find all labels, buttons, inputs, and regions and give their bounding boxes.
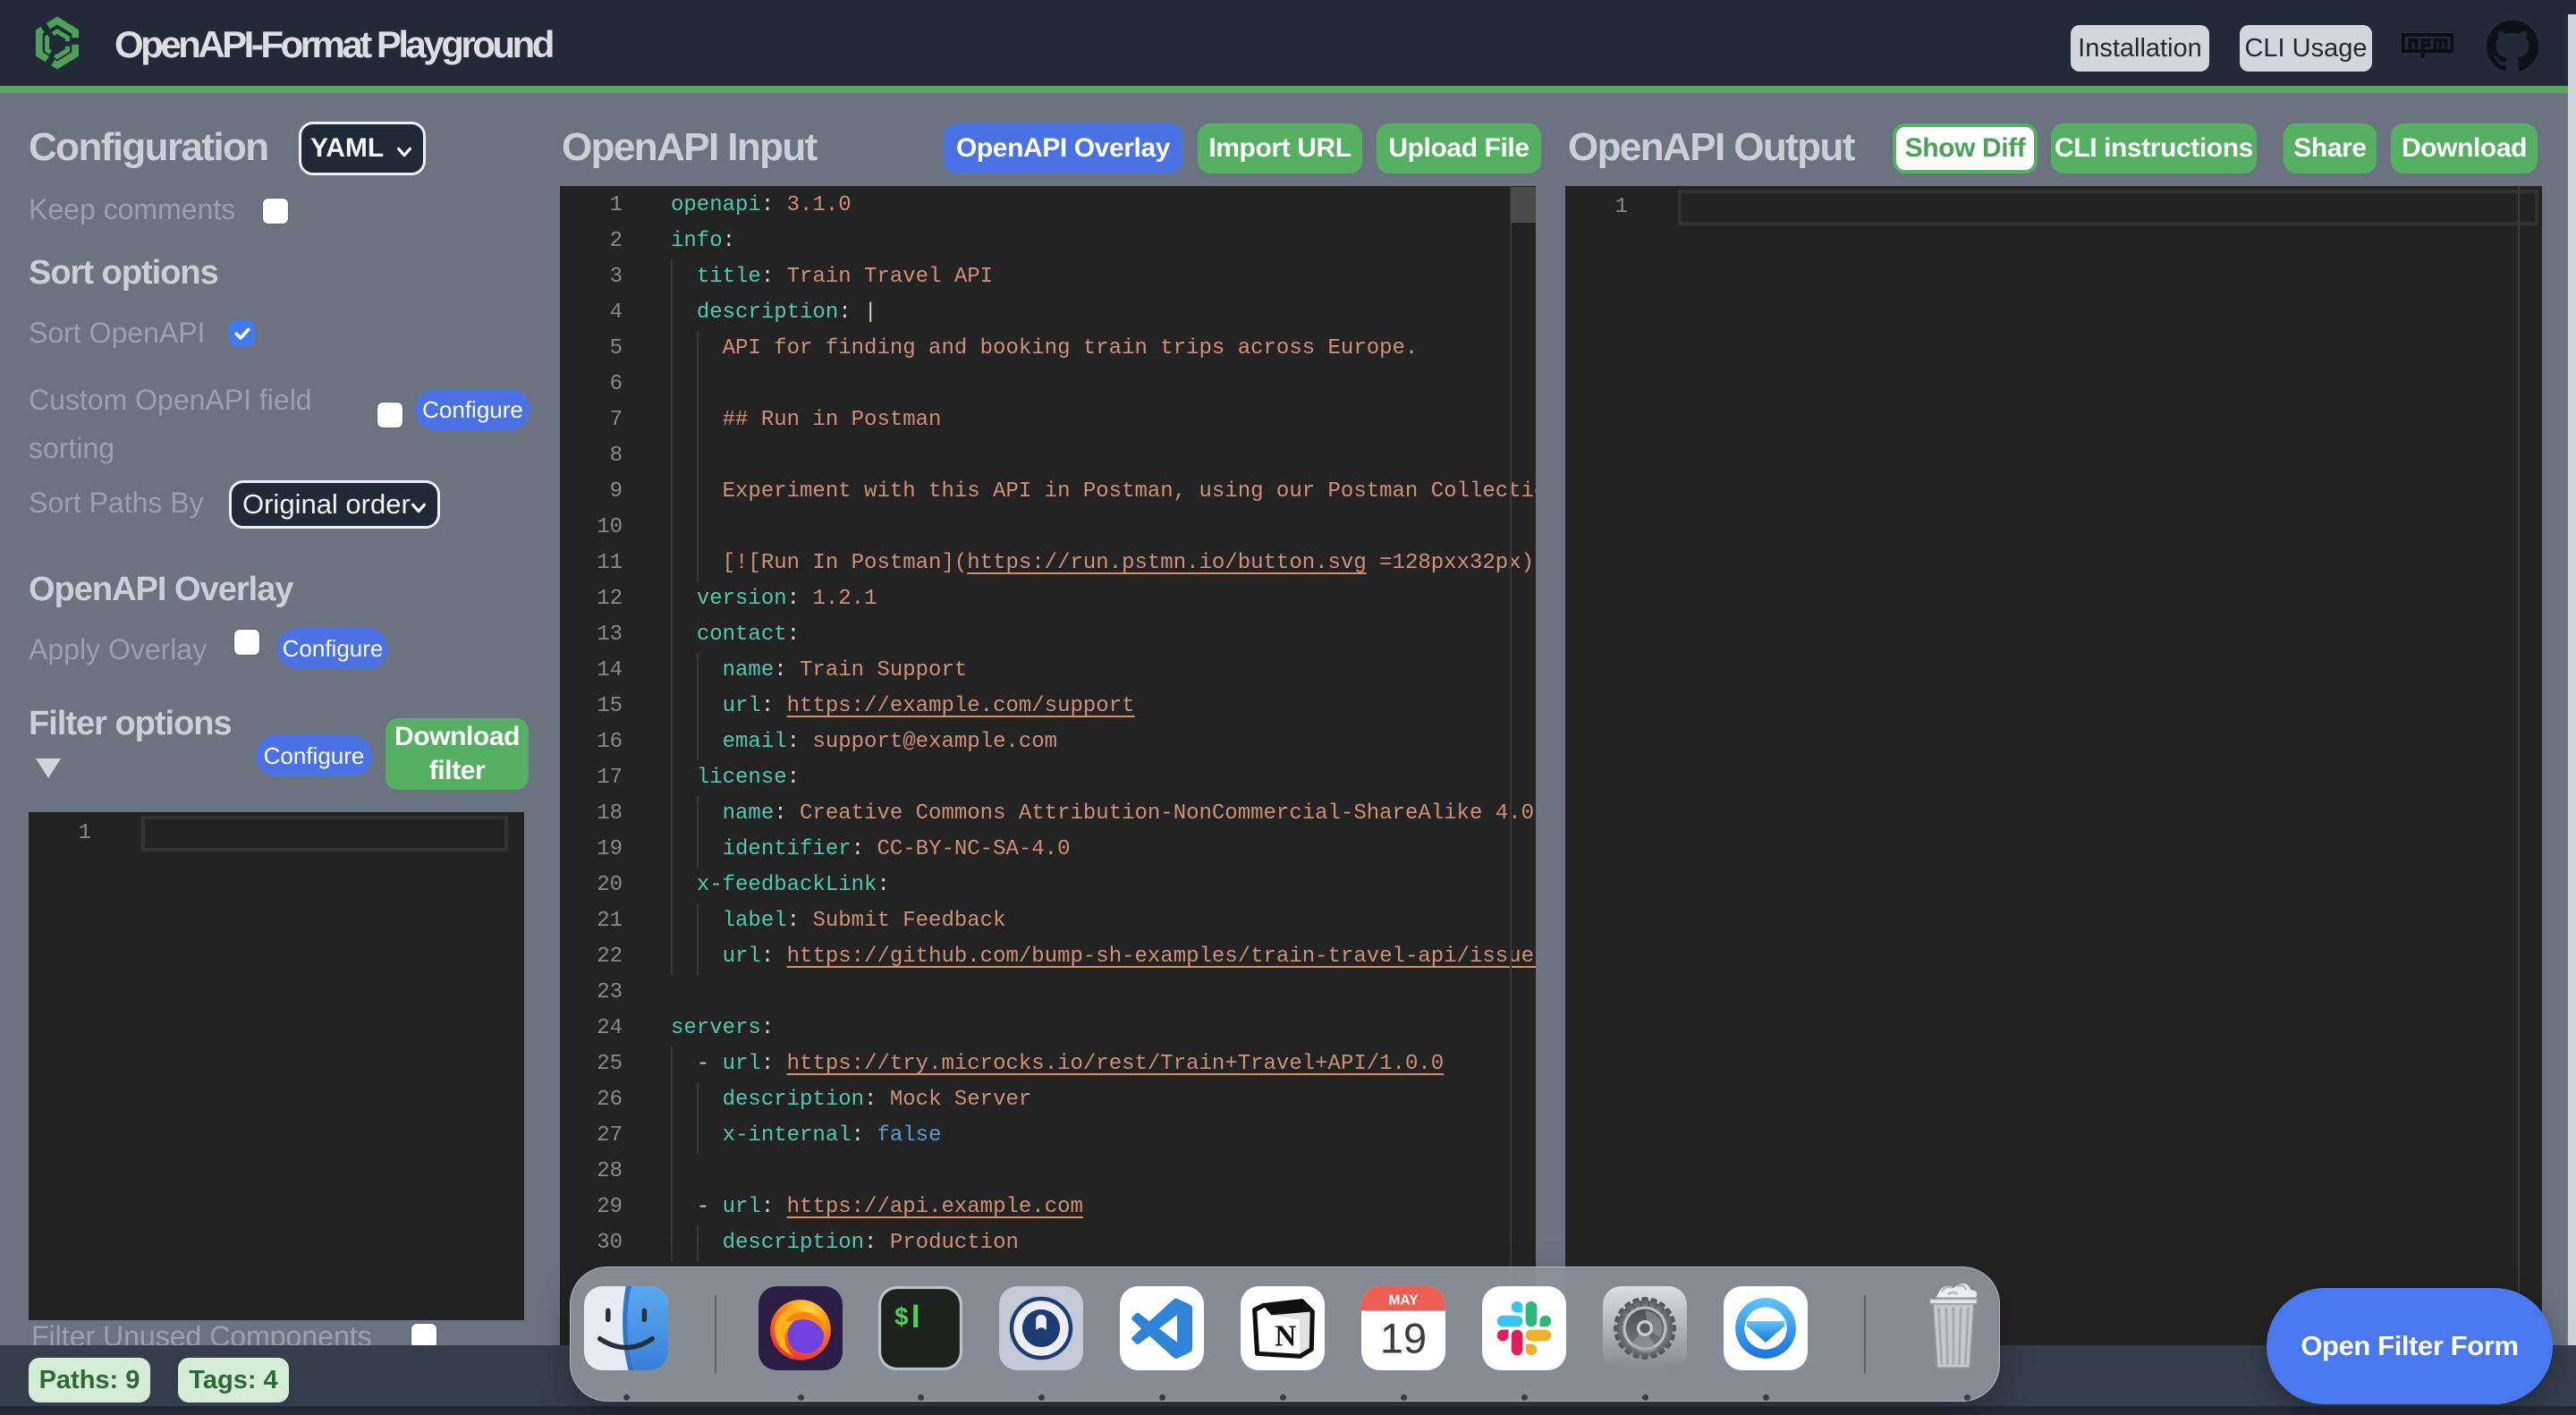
svg-text:MAY: MAY — [1388, 1293, 1419, 1309]
svg-text:19: 19 — [1380, 1314, 1427, 1361]
svg-text:N: N — [1275, 1320, 1296, 1353]
svg-text:$: $ — [894, 1305, 909, 1333]
